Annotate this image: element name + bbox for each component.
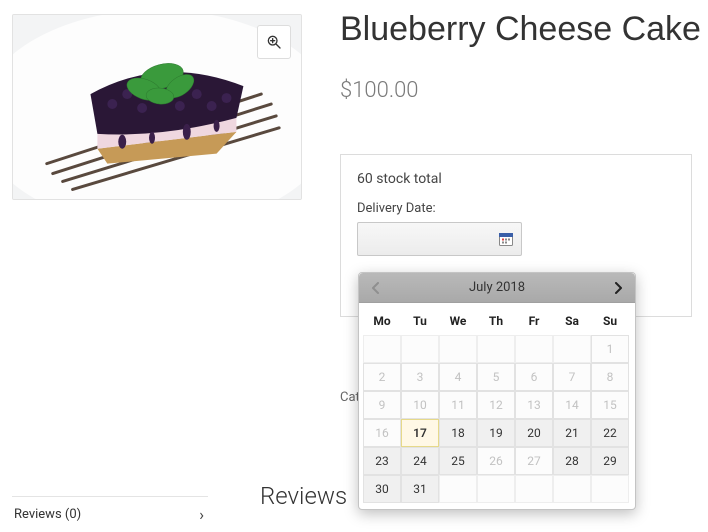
reviews-tab[interactable]: Reviews (0) ›: [12, 496, 208, 532]
category-label-fragment: Cat: [340, 390, 360, 405]
day-cell[interactable]: 25: [439, 447, 477, 475]
day-cell: [553, 335, 591, 363]
day-cell: 15: [591, 391, 629, 419]
day-cell[interactable]: 21: [553, 419, 591, 447]
day-cell: [439, 475, 477, 503]
day-cell: [591, 475, 629, 503]
zoom-button[interactable]: [257, 25, 291, 59]
day-cell: 5: [477, 363, 515, 391]
product-price: $100.00: [340, 78, 418, 103]
magnify-plus-icon: [266, 34, 282, 50]
day-cell: 13: [515, 391, 553, 419]
day-cell: 16: [363, 419, 401, 447]
day-cell: 12: [477, 391, 515, 419]
day-cell: 27: [515, 447, 553, 475]
product-title: Blueberry Cheese Cake: [340, 10, 701, 49]
day-cell: 4: [439, 363, 477, 391]
day-cell: 11: [439, 391, 477, 419]
day-cell: 14: [553, 391, 591, 419]
chevron-left-icon: [371, 282, 381, 294]
day-cell[interactable]: 23: [363, 447, 401, 475]
day-cell: [401, 335, 439, 363]
day-cell[interactable]: 31: [401, 475, 439, 503]
day-cell: [553, 475, 591, 503]
day-cell: [477, 335, 515, 363]
day-cell: 10: [401, 391, 439, 419]
day-cell: [439, 335, 477, 363]
dayname-cell: Mo: [363, 307, 401, 335]
day-cell: [477, 475, 515, 503]
day-cell: 3: [401, 363, 439, 391]
dayname-cell: Su: [591, 307, 629, 335]
day-cell[interactable]: 19: [477, 419, 515, 447]
dayname-cell: Th: [477, 307, 515, 335]
next-month-button[interactable]: [609, 279, 627, 297]
day-cell[interactable]: 24: [401, 447, 439, 475]
calendar-icon: [499, 232, 513, 246]
day-cell: 8: [591, 363, 629, 391]
product-image[interactable]: [12, 14, 302, 200]
day-cell: 6: [515, 363, 553, 391]
day-cell: 7: [553, 363, 591, 391]
day-cell: [515, 475, 553, 503]
day-cell[interactable]: 22: [591, 419, 629, 447]
day-cell: 9: [363, 391, 401, 419]
prev-month-button[interactable]: [367, 279, 385, 297]
day-cell[interactable]: 18: [439, 419, 477, 447]
day-cell[interactable]: 28: [553, 447, 591, 475]
day-cell[interactable]: 17: [401, 419, 439, 447]
day-cell: 26: [477, 447, 515, 475]
dayname-cell: We: [439, 307, 477, 335]
stock-text: 60 stock total: [357, 171, 675, 187]
day-cell: [515, 335, 553, 363]
datepicker-daynames-row: MoTuWeThFrSaSu: [363, 307, 631, 335]
dayname-cell: Sa: [553, 307, 591, 335]
day-cell[interactable]: 29: [591, 447, 629, 475]
datepicker-popup: July 2018 MoTuWeThFrSaSu 123456789101112…: [358, 272, 636, 510]
day-cell[interactable]: 30: [363, 475, 401, 503]
dayname-cell: Tu: [401, 307, 439, 335]
day-cell: 2: [363, 363, 401, 391]
datepicker-body: 1234567891011121314151617181920212223242…: [363, 335, 631, 503]
delivery-date-input[interactable]: [357, 222, 522, 256]
day-cell[interactable]: 20: [515, 419, 553, 447]
chevron-right-icon: [613, 282, 623, 294]
day-cell: 1: [591, 335, 629, 363]
dayname-cell: Fr: [515, 307, 553, 335]
day-cell: [363, 335, 401, 363]
delivery-date-label: Delivery Date:: [357, 201, 675, 216]
datepicker-title: July 2018: [469, 280, 525, 295]
chevron-right-icon: ›: [199, 505, 204, 524]
reviews-heading: Reviews: [260, 482, 347, 510]
reviews-tab-label: Reviews (0): [14, 507, 81, 522]
